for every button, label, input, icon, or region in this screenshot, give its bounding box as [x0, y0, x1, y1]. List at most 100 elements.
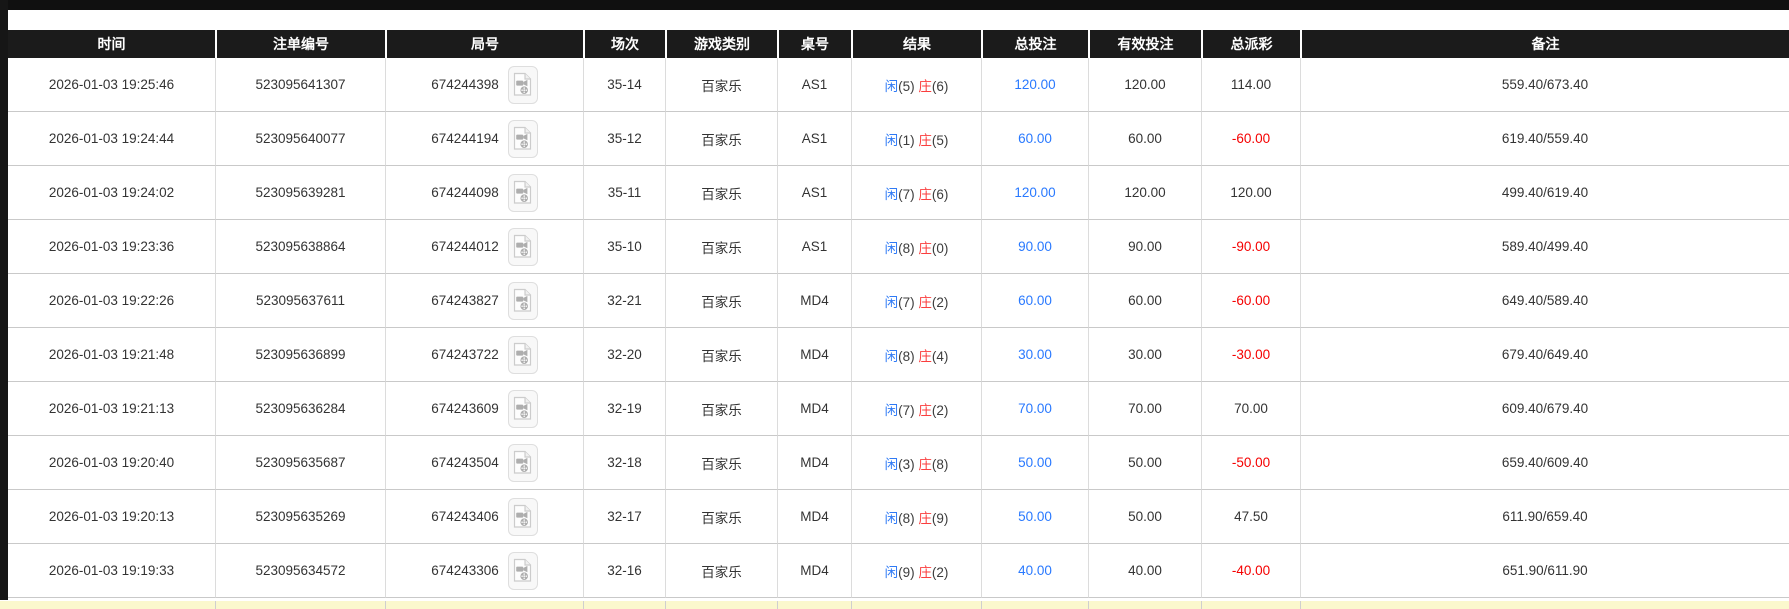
- records-table: 时间 注单编号 局号 场次 游戏类别 桌号 结果 总投注 有效投注 总派彩 备注 2026-01-0…: [8, 30, 1789, 598]
- cell-bet-id: 523095636284: [215, 382, 385, 436]
- cell-total-bet: 60.00: [981, 112, 1088, 166]
- player-result-label: 闲: [884, 456, 899, 472]
- cell-table-id: AS1: [777, 166, 851, 220]
- round-number: 674243306: [431, 563, 499, 578]
- betting-records-page: 时间 注单编号 局号 场次 游戏类别 桌号 结果 总投注 有效投注 总派彩 备注 2026-01-0…: [0, 0, 1789, 609]
- cell-valid-bet: 40.00: [1088, 544, 1201, 598]
- cell-table-id: MD4: [777, 274, 851, 328]
- table-row: 2026-01-03 19:21:48 523095636899 6742437…: [8, 328, 1789, 382]
- banker-result-label: 庄: [918, 294, 932, 310]
- cell-table-id: MD4: [777, 490, 851, 544]
- summary-cell: [1201, 601, 1300, 609]
- banker-result-label: 庄: [918, 564, 932, 580]
- cell-game-type: 百家乐: [665, 382, 777, 436]
- banker-result-label: 庄: [918, 78, 932, 94]
- cell-valid-bet: 70.00: [1088, 382, 1201, 436]
- column-header-time: 时间: [8, 30, 215, 58]
- cell-remark: 611.90/659.40: [1300, 490, 1789, 544]
- top-bar: [0, 0, 1789, 10]
- video-replay-button[interactable]: [507, 389, 538, 428]
- video-file-icon: [514, 126, 532, 150]
- summary-cell: [0, 601, 215, 609]
- cell-round: 674244098: [385, 166, 583, 220]
- cell-session: 32-21: [583, 274, 665, 328]
- cell-time: 2026-01-03 19:20:40: [8, 436, 215, 490]
- cell-payout: -60.00: [1201, 112, 1300, 166]
- cell-remark: 619.40/559.40: [1300, 112, 1789, 166]
- video-replay-button[interactable]: [507, 443, 538, 482]
- cell-payout: 114.00: [1201, 58, 1300, 112]
- banker-result-label: 庄: [918, 456, 932, 472]
- cell-total-bet: 40.00: [981, 544, 1088, 598]
- cell-valid-bet: 60.00: [1088, 112, 1201, 166]
- column-header-payout: 总派彩: [1201, 30, 1300, 58]
- cell-table-id: AS1: [777, 58, 851, 112]
- table-row: 2026-01-03 19:21:13 523095636284 6742436…: [8, 382, 1789, 436]
- cell-result: 闲(8) 庄(9): [851, 490, 981, 544]
- column-header-round: 局号: [385, 30, 583, 58]
- cell-round: 674243827: [385, 274, 583, 328]
- video-replay-button[interactable]: [507, 65, 538, 104]
- cell-payout: -40.00: [1201, 544, 1300, 598]
- round-number: 674244098: [431, 185, 499, 200]
- cell-bet-id: 523095641307: [215, 58, 385, 112]
- video-replay-button[interactable]: [507, 335, 538, 374]
- summary-cell: [851, 601, 981, 609]
- cell-round: 674244194: [385, 112, 583, 166]
- video-replay-button[interactable]: [507, 551, 538, 590]
- cell-bet-id: 523095635687: [215, 436, 385, 490]
- column-header-total_bet: 总投注: [981, 30, 1088, 58]
- banker-result-score: (8): [931, 456, 949, 472]
- video-file-icon: [514, 450, 532, 474]
- table-row: 2026-01-03 19:22:26 523095637611 6742438…: [8, 274, 1789, 328]
- cell-remark: 589.40/499.40: [1300, 220, 1789, 274]
- summary-cell: [981, 601, 1088, 609]
- summary-cell: [777, 601, 851, 609]
- cell-payout: 120.00: [1201, 166, 1300, 220]
- cell-game-type: 百家乐: [665, 436, 777, 490]
- cell-total-bet: 120.00: [981, 58, 1088, 112]
- cell-result: 闲(5) 庄(6): [851, 58, 981, 112]
- cell-valid-bet: 50.00: [1088, 490, 1201, 544]
- cell-payout: -50.00: [1201, 436, 1300, 490]
- video-replay-button[interactable]: [507, 227, 538, 266]
- video-replay-button[interactable]: [507, 119, 538, 158]
- cell-table-id: MD4: [777, 382, 851, 436]
- column-header-game_type: 游戏类别: [665, 30, 777, 58]
- cell-valid-bet: 50.00: [1088, 436, 1201, 490]
- table-header: 时间 注单编号 局号 场次 游戏类别 桌号 结果 总投注 有效投注 总派彩 备注: [8, 30, 1789, 58]
- cell-session: 32-19: [583, 382, 665, 436]
- table-row: 2026-01-03 19:19:33 523095634572 6742433…: [8, 544, 1789, 598]
- cell-game-type: 百家乐: [665, 220, 777, 274]
- column-header-valid_bet: 有效投注: [1088, 30, 1201, 58]
- header-row: 时间 注单编号 局号 场次 游戏类别 桌号 结果 总投注 有效投注 总派彩 备注: [8, 30, 1789, 58]
- banker-result-label: 庄: [918, 240, 932, 256]
- cell-round: 674243722: [385, 328, 583, 382]
- banker-result-score: (6): [931, 186, 949, 202]
- cell-valid-bet: 90.00: [1088, 220, 1201, 274]
- video-replay-button[interactable]: [507, 173, 538, 212]
- cell-table-id: MD4: [777, 436, 851, 490]
- cell-total-bet: 50.00: [981, 436, 1088, 490]
- cell-time: 2026-01-03 19:24:44: [8, 112, 215, 166]
- video-file-icon: [514, 342, 532, 366]
- player-result-score: (9): [898, 564, 915, 580]
- cell-game-type: 百家乐: [665, 166, 777, 220]
- cell-session: 32-18: [583, 436, 665, 490]
- cell-time: 2026-01-03 19:25:46: [8, 58, 215, 112]
- player-result-label: 闲: [884, 564, 899, 580]
- player-result-score: (7): [898, 294, 915, 310]
- video-replay-button[interactable]: [507, 281, 538, 320]
- summary-cell: [665, 601, 777, 609]
- cell-game-type: 百家乐: [665, 112, 777, 166]
- player-result-score: (1): [898, 132, 915, 148]
- summary-cell: [1300, 601, 1789, 609]
- cell-total-bet: 30.00: [981, 328, 1088, 382]
- banker-result-label: 庄: [918, 132, 932, 148]
- cell-time: 2026-01-03 19:19:33: [8, 544, 215, 598]
- video-replay-button[interactable]: [507, 497, 538, 536]
- cell-time: 2026-01-03 19:21:48: [8, 328, 215, 382]
- player-result-score: (8): [898, 348, 915, 364]
- cell-result: 闲(7) 庄(6): [851, 166, 981, 220]
- cell-total-bet: 50.00: [981, 490, 1088, 544]
